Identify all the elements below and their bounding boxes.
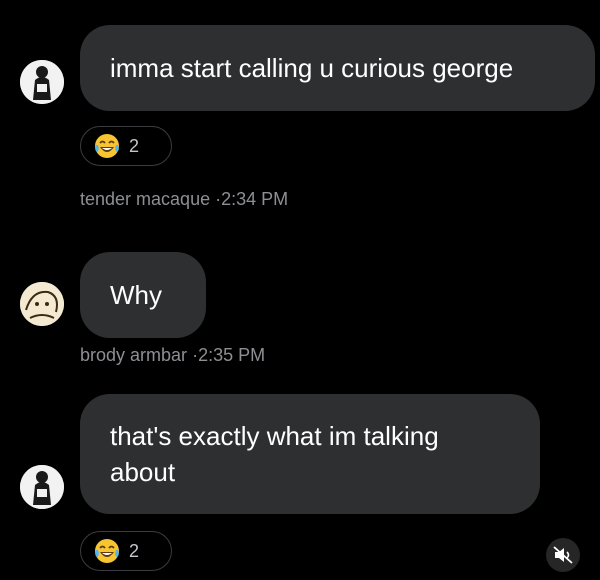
message-bubble[interactable]: that's exactly what im talking about — [80, 394, 540, 514]
message-text: Why — [110, 280, 162, 310]
laughing-crying-emoji-icon — [95, 134, 119, 158]
timestamp: 2:34 PM — [221, 189, 289, 209]
avatar-icon — [20, 60, 64, 104]
message-text: imma start calling u curious george — [110, 53, 514, 83]
mute-button[interactable] — [546, 538, 580, 572]
reaction-chip[interactable]: 2 — [80, 126, 172, 166]
timestamp: 2:35 PM — [198, 345, 266, 365]
avatar-icon — [20, 465, 64, 509]
message-text-line: that's exactly what im talking — [110, 421, 439, 451]
avatar-icon — [20, 282, 64, 326]
reaction-count: 2 — [129, 135, 140, 156]
message-meta: brody armbar ·2:35 PM — [80, 344, 265, 366]
sender-name[interactable]: brody armbar — [80, 345, 187, 365]
avatar[interactable] — [20, 60, 64, 104]
speaker-muted-icon — [553, 546, 573, 564]
reaction-count: 2 — [129, 540, 140, 561]
message-text-line: about — [110, 457, 176, 487]
avatar[interactable] — [20, 282, 64, 326]
message-bubble[interactable]: imma start calling u curious george — [80, 25, 595, 111]
message-bubble[interactable]: Why — [80, 252, 206, 338]
sender-name[interactable]: tender macaque — [80, 189, 210, 209]
reaction-chip[interactable]: 2 — [80, 531, 172, 571]
message-meta: tender macaque ·2:34 PM — [80, 188, 288, 210]
laughing-crying-emoji-icon — [95, 539, 119, 563]
avatar[interactable] — [20, 465, 64, 509]
